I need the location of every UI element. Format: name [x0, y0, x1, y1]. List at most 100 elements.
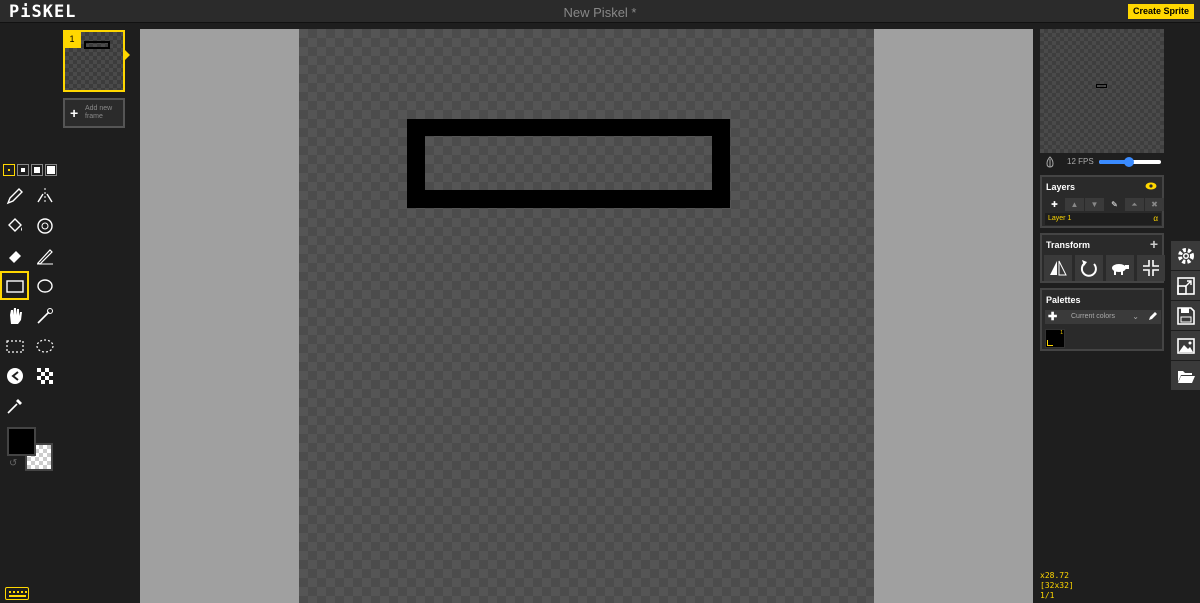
move-layer-down-button[interactable]: ▼ [1085, 198, 1104, 211]
lighten-tool[interactable] [0, 361, 29, 390]
preview-rectangle [1096, 84, 1107, 88]
drawing-area[interactable] [140, 29, 1033, 603]
center-button[interactable] [1137, 255, 1165, 281]
circle-icon [36, 278, 53, 293]
edit-palette-icon[interactable] [1148, 311, 1158, 321]
add-layer-button[interactable]: ✚ [1045, 198, 1064, 211]
stroke-tool[interactable] [30, 241, 59, 270]
paint-bucket-tool[interactable] [0, 211, 29, 240]
layer-alpha-icon[interactable]: α [1153, 214, 1158, 223]
document-title: New Piskel * [563, 5, 637, 20]
resize-button[interactable] [1171, 271, 1200, 300]
eraser-tool[interactable] [0, 241, 29, 270]
pen-size-selector [3, 164, 57, 176]
pen-size-2[interactable] [17, 164, 29, 176]
pen-size-4[interactable] [45, 164, 57, 176]
fps-controls: 12 FPS [1040, 153, 1164, 171]
eraser-icon [8, 250, 21, 263]
pen-size-1[interactable] [3, 164, 15, 176]
lighten-icon [6, 367, 23, 384]
color-picker-tool[interactable] [0, 391, 29, 420]
add-palette-icon[interactable]: ✚ [1048, 310, 1057, 323]
pen-size-3[interactable] [31, 164, 43, 176]
add-frame-label: Add new frame [85, 105, 113, 120]
rectangle-selection-tool[interactable] [0, 331, 29, 360]
chevron-down-icon: ⌄ [1132, 312, 1139, 321]
resize-icon [1176, 276, 1195, 295]
circle-tool[interactable] [30, 271, 59, 300]
zoom-level: x28.72 [1040, 571, 1069, 580]
folder-open-icon [1177, 370, 1195, 383]
create-sprite-button[interactable]: Create Sprite [1127, 4, 1194, 19]
move-tool[interactable] [0, 301, 29, 330]
frame-thumbnail[interactable]: 1 [63, 30, 125, 92]
paint-all-same-color-tool[interactable] [30, 211, 59, 240]
move-layer-up-button[interactable]: ▲ [1065, 198, 1084, 211]
delete-layer-button[interactable]: ✖ [1145, 198, 1164, 211]
dithering-tool[interactable] [30, 361, 59, 390]
pen-tool[interactable] [0, 181, 29, 210]
flip-button[interactable] [1044, 255, 1072, 281]
mirror-pen-icon [36, 187, 53, 204]
transform-panel: Transform + [1040, 233, 1165, 283]
magic-wand-icon [36, 307, 53, 324]
save-button[interactable] [1171, 301, 1200, 330]
transform-expand-icon[interactable]: + [1150, 236, 1158, 252]
layers-panel: Layers ✚ ▲ ▼ ✎ ⏶ ✖ Layer 1 α [1040, 175, 1164, 228]
rect-select-icon [5, 339, 24, 353]
layers-title: Layers [1046, 182, 1076, 192]
fps-slider[interactable] [1099, 157, 1161, 167]
color-selector: ↺ [7, 427, 57, 471]
palette-select[interactable]: Current colors ⌄ [1067, 310, 1143, 324]
image-icon [1176, 337, 1195, 354]
transform-buttons [1044, 255, 1165, 281]
fps-slider-knob[interactable] [1123, 157, 1134, 167]
pixel-canvas[interactable] [299, 29, 874, 603]
hand-icon [9, 307, 22, 324]
arrow-up-icon: ▲ [1070, 200, 1079, 209]
animation-preview[interactable] [1040, 29, 1164, 153]
export-button[interactable] [1171, 331, 1200, 360]
save-icon [1176, 306, 1195, 325]
layer-item[interactable]: Layer 1 α [1045, 213, 1161, 225]
close-icon: ✖ [1151, 200, 1158, 209]
layer-buttons: ✚ ▲ ▼ ✎ ⏶ ✖ [1045, 198, 1164, 211]
rotate-icon [1080, 260, 1097, 277]
pencil-icon: ✎ [1111, 200, 1118, 209]
sheep-icon [1112, 264, 1129, 275]
merge-icon: ⏶ [1131, 199, 1138, 209]
flip-icon [1050, 260, 1067, 276]
frame-selected-arrow-icon [125, 50, 130, 60]
magic-bucket-icon [36, 217, 53, 234]
merge-layer-button[interactable]: ⏶ [1125, 198, 1144, 211]
clone-button[interactable] [1106, 255, 1134, 281]
onion-skin-icon[interactable] [1044, 156, 1056, 168]
rectangle-icon [5, 279, 24, 293]
paint-bucket-icon [7, 217, 22, 232]
frame-number: 1 [63, 30, 81, 48]
canvas-size: [32x32] [1040, 581, 1074, 590]
edit-layer-button[interactable]: ✎ [1105, 198, 1124, 211]
import-button[interactable] [1171, 361, 1200, 390]
vertical-mirror-pen-tool[interactable] [30, 181, 59, 210]
dithering-icon [36, 367, 53, 384]
drawn-rectangle [407, 119, 730, 208]
rectangle-tool[interactable] [0, 271, 29, 300]
swap-colors-icon[interactable]: ↺ [9, 458, 17, 469]
add-new-frame-button[interactable]: + Add new frame [63, 98, 125, 128]
settings-toolbar [1171, 241, 1200, 391]
arrow-down-icon: ▼ [1090, 200, 1099, 209]
keyboard-shortcuts-icon[interactable] [5, 587, 29, 600]
eye-icon[interactable] [1145, 182, 1157, 190]
gear-icon [1177, 247, 1194, 264]
palette-toolbar: ✚ Current colors ⌄ [1045, 310, 1161, 324]
settings-button[interactable] [1171, 241, 1200, 270]
primary-color-swatch[interactable] [7, 427, 36, 456]
lasso-selection-tool[interactable] [30, 331, 59, 360]
palette-color-swatch[interactable]: 1 [1045, 329, 1065, 348]
shape-selection-tool[interactable] [30, 301, 59, 330]
plus-icon: ✚ [1051, 200, 1058, 209]
frames-panel: 1 + Add new frame [58, 24, 132, 603]
stroke-icon [36, 248, 53, 265]
rotate-button[interactable] [1075, 255, 1103, 281]
